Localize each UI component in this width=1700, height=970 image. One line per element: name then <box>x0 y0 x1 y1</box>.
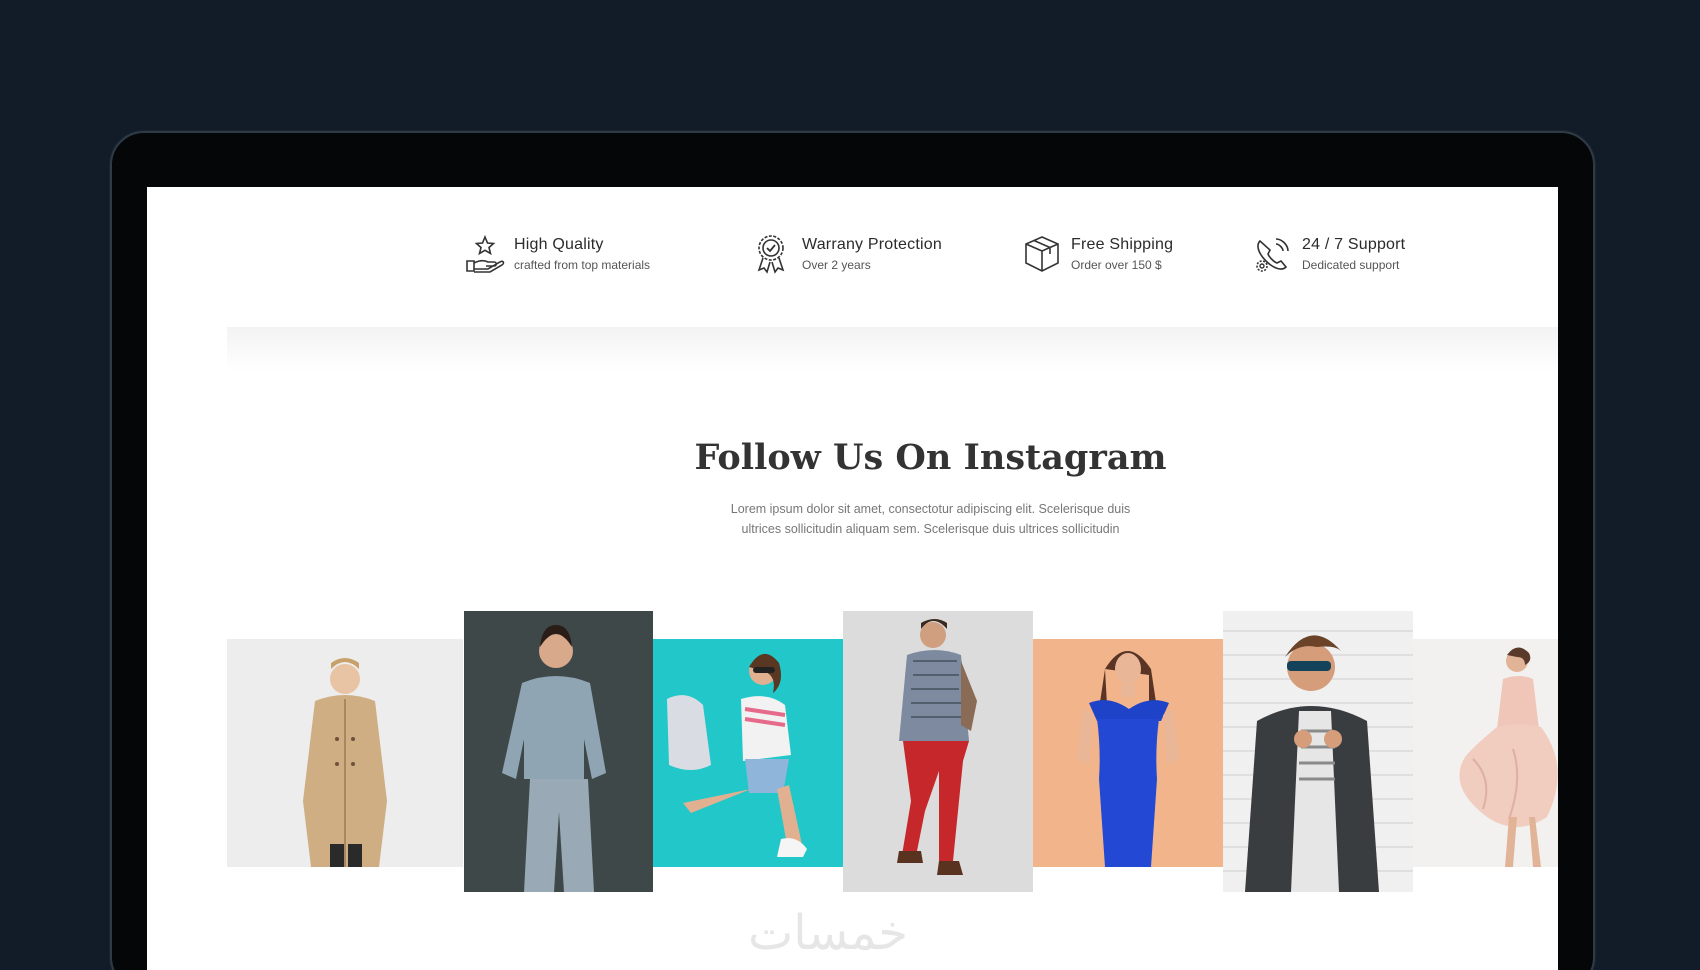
features-bar: High Quality crafted from top materials … <box>147 233 1558 293</box>
khamsat-watermark: خمسات <box>748 905 909 961</box>
instagram-photo[interactable] <box>1223 611 1413 892</box>
instagram-section-title: Follow Us On Instagram <box>694 437 1167 478</box>
feature-support: 24 / 7 Support Dedicated support <box>1252 233 1405 275</box>
section-divider <box>227 327 1558 372</box>
description-line: ultrices sollicitudin aliquam sem. Scele… <box>741 522 1120 536</box>
feature-subtitle: Over 2 years <box>802 258 871 272</box>
instagram-photo[interactable] <box>1413 639 1558 867</box>
feature-subtitle: Order over 150 $ <box>1071 258 1162 272</box>
instagram-section-description: Lorem ipsum dolor sit amet, consectotur … <box>147 499 1558 539</box>
feature-title: 24 / 7 Support <box>1302 236 1406 253</box>
feature-high-quality: High Quality crafted from top materials <box>464 233 650 275</box>
man-in-beige-trench-coat-image <box>227 639 463 867</box>
man-in-red-trousers-image <box>843 611 1033 892</box>
feature-warranty: Warrany Protection Over 2 years <box>752 233 942 275</box>
instagram-photo[interactable] <box>227 639 463 867</box>
feature-subtitle: crafted from top materials <box>514 258 651 272</box>
feature-title: High Quality <box>514 236 604 253</box>
feature-title: Warrany Protection <box>802 236 942 253</box>
hand-star-icon <box>466 234 505 273</box>
woman-jumping-on-cyan-image <box>653 639 843 867</box>
description-line: Lorem ipsum dolor sit amet, consectotur … <box>730 502 1131 516</box>
instagram-photo[interactable] <box>653 639 843 867</box>
instagram-photo[interactable] <box>843 611 1033 892</box>
woman-in-grey-knit-image <box>464 611 653 892</box>
headset-support-icon <box>1256 238 1289 272</box>
instagram-gallery <box>147 187 1558 970</box>
woman-in-pink-dress-image <box>1413 639 1558 867</box>
award-badge-icon <box>757 235 785 274</box>
instagram-photo[interactable] <box>1033 639 1223 867</box>
feature-title: Free Shipping <box>1071 236 1174 253</box>
woman-in-blue-dress-image <box>1033 639 1223 867</box>
website-screen: High Quality crafted from top materials … <box>147 187 1558 970</box>
instagram-photo[interactable] <box>464 611 653 892</box>
feature-free-shipping: Free Shipping Order over 150 $ <box>1021 233 1173 275</box>
man-with-sunglasses-brick-wall-image <box>1223 611 1413 892</box>
box-package-icon <box>1025 236 1059 272</box>
feature-subtitle: Dedicated support <box>1302 258 1400 272</box>
